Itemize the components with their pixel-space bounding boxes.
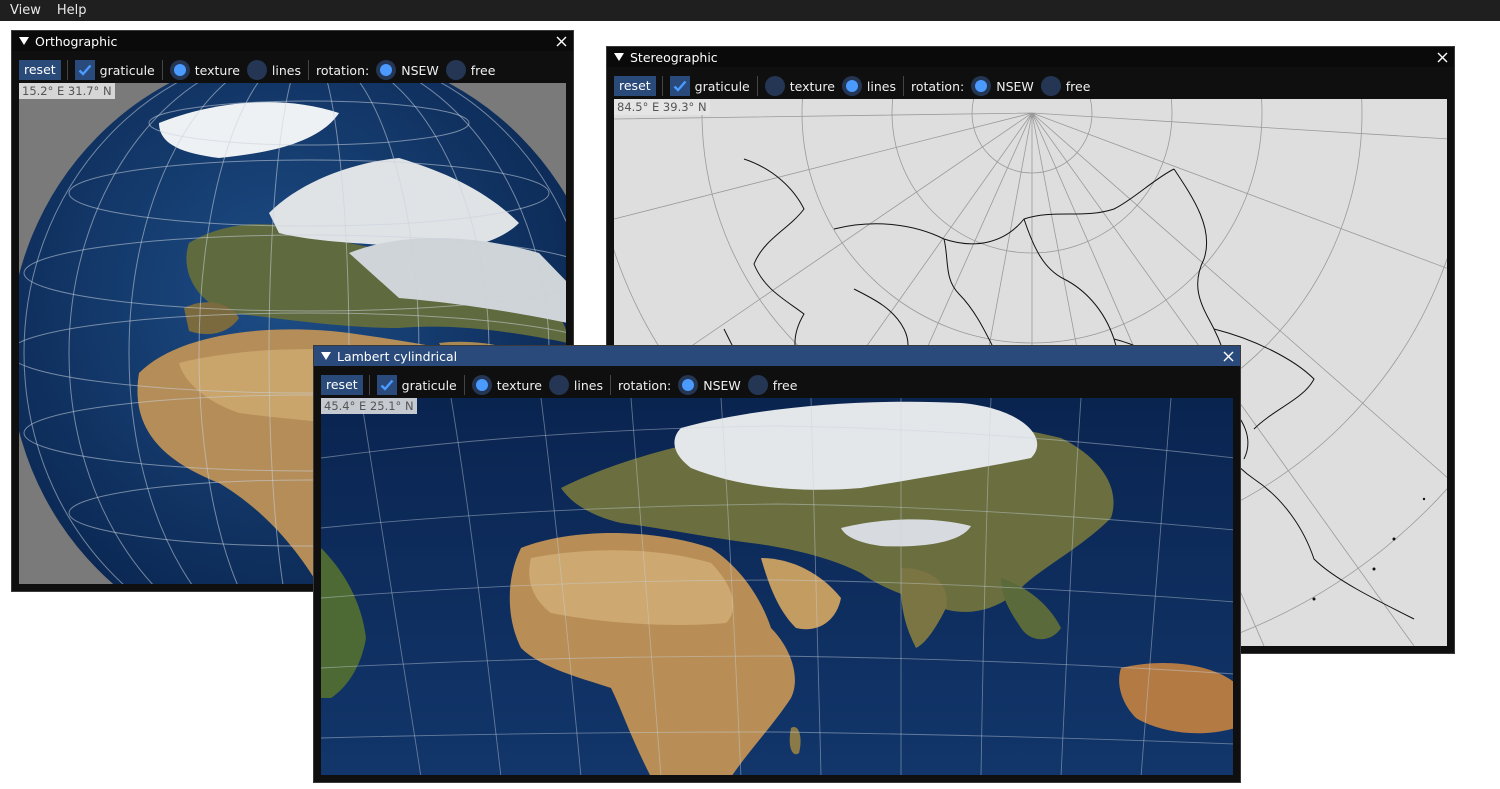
graticule-checkbox[interactable] [74,60,95,80]
collapse-triangle-icon[interactable] [19,36,29,46]
nsew-label: NSEW [703,377,741,393]
toolbar-separator [307,60,309,80]
window-title: Orthographic [35,33,118,49]
rotation-label: rotation: [617,377,672,393]
free-radio[interactable] [1040,76,1061,96]
graticule-checkbox[interactable] [669,76,690,96]
close-icon[interactable] [554,34,568,48]
texture-radio[interactable] [764,76,785,96]
toolbar-separator [161,60,163,80]
close-icon[interactable] [1435,50,1449,64]
nsew-radio[interactable] [678,375,699,395]
toolbar-separator [66,60,68,80]
toolbar-separator [902,76,904,96]
menubar: View Help [0,0,1500,21]
map-viewport[interactable]: 45.4° E 25.1° N [321,398,1233,775]
texture-radio[interactable] [471,375,492,395]
toolbar: reset graticule texture lines rotation: … [614,74,1447,98]
nsew-label: NSEW [996,78,1034,94]
reset-button[interactable]: reset [614,76,656,96]
texture-label: texture [194,62,240,78]
collapse-triangle-icon[interactable] [321,351,331,361]
nsew-radio[interactable] [971,76,992,96]
texture-label: texture [789,78,835,94]
cursor-coordinate-readout: 15.2° E 31.7° N [19,83,115,99]
window-title: Stereographic [630,49,718,65]
free-label: free [772,377,798,393]
toolbar-separator [368,375,370,395]
rotation-label: rotation: [910,78,965,94]
checkmark-icon [78,64,92,76]
menu-help[interactable]: Help [47,3,93,18]
window-titlebar[interactable]: Lambert cylindrical [314,346,1240,366]
toolbar-separator [756,76,758,96]
toolbar-separator [661,76,663,96]
reset-button[interactable]: reset [321,375,363,395]
cursor-coordinate-readout: 45.4° E 25.1° N [321,398,417,414]
graticule-label: graticule [99,62,155,78]
free-label: free [470,62,496,78]
lambert-map [321,398,1233,775]
toolbar-separator [609,375,611,395]
texture-label: texture [496,377,542,393]
toolbar: reset graticule texture lines rotation: … [19,58,566,82]
lambert-cylindrical-window: Lambert cylindrical reset graticule text… [313,345,1241,783]
lines-radio[interactable] [548,375,569,395]
graticule-label: graticule [694,78,750,94]
checkmark-icon [673,80,687,92]
toolbar-separator [463,375,465,395]
checkmark-icon [380,379,394,391]
nsew-label: NSEW [401,62,439,78]
cursor-coordinate-readout: 84.5° E 39.3° N [614,99,710,115]
lines-radio[interactable] [246,60,267,80]
window-title: Lambert cylindrical [337,348,458,364]
collapse-triangle-icon[interactable] [614,52,624,62]
texture-radio[interactable] [169,60,190,80]
toolbar: reset graticule texture lines rotation: … [321,373,1233,397]
window-titlebar[interactable]: Stereographic [607,47,1454,67]
window-titlebar[interactable]: Orthographic [12,31,573,51]
close-icon[interactable] [1221,349,1235,363]
nsew-radio[interactable] [376,60,397,80]
free-radio[interactable] [747,375,768,395]
rotation-label: rotation: [315,62,370,78]
menu-view[interactable]: View [0,3,47,18]
reset-button[interactable]: reset [19,60,61,80]
free-label: free [1065,78,1091,94]
lines-radio[interactable] [841,76,862,96]
graticule-label: graticule [401,377,457,393]
lines-label: lines [866,78,896,94]
graticule-checkbox[interactable] [376,375,397,395]
islands [1312,497,1426,601]
lines-label: lines [573,377,603,393]
free-radio[interactable] [445,60,466,80]
lines-label: lines [271,62,301,78]
